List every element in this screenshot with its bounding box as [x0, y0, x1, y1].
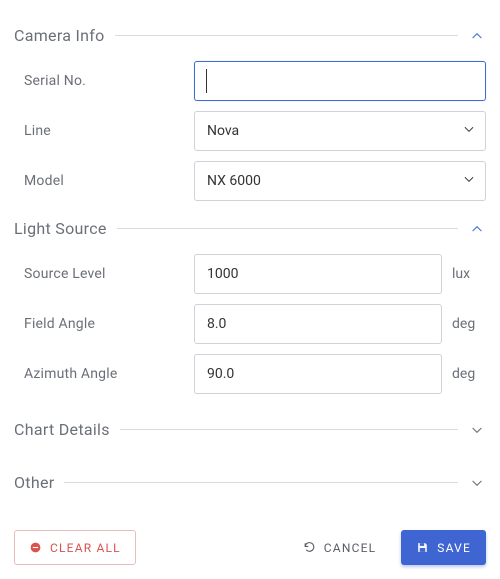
chevron-up-icon	[468, 220, 486, 238]
save-button[interactable]: SAVE	[401, 530, 486, 565]
divider	[120, 429, 458, 430]
chevron-down-icon	[468, 421, 486, 439]
text-caret	[206, 69, 207, 93]
line-select[interactable]	[194, 111, 486, 151]
divider	[64, 482, 458, 483]
row-field-angle: Field Angle deg	[20, 304, 486, 344]
footer: CLEAR ALL CANCEL SAVE	[14, 530, 486, 565]
row-azimuth-angle: Azimuth Angle deg	[20, 354, 486, 394]
control-line	[194, 111, 486, 151]
control-serial	[194, 61, 486, 101]
divider	[117, 228, 458, 229]
divider	[115, 35, 458, 36]
cancel-button[interactable]: CANCEL	[288, 530, 392, 565]
section-header-light-source[interactable]: Light Source	[14, 219, 486, 238]
minus-circle-icon	[29, 541, 42, 554]
section-header-other[interactable]: Other	[14, 473, 486, 492]
undo-icon	[303, 541, 316, 554]
unit-deg: deg	[442, 316, 486, 332]
control-model	[194, 161, 486, 201]
row-model: Model	[20, 161, 486, 201]
label-serial: Serial No.	[20, 73, 194, 89]
row-source-level: Source Level lux	[20, 254, 486, 294]
row-serial: Serial No.	[20, 61, 486, 101]
row-line: Line	[20, 111, 486, 151]
label-model: Model	[20, 173, 194, 189]
field-angle-input[interactable]	[194, 304, 442, 344]
section-title: Camera Info	[14, 26, 105, 45]
save-label: SAVE	[437, 541, 471, 555]
label-line: Line	[20, 123, 194, 139]
label-azimuth-angle: Azimuth Angle	[20, 366, 194, 382]
azimuth-angle-input[interactable]	[194, 354, 442, 394]
section-header-camera-info[interactable]: Camera Info	[14, 26, 486, 45]
unit-deg: deg	[442, 366, 486, 382]
control-azimuth-angle: deg	[194, 354, 486, 394]
section-chart-details: Chart Details	[14, 420, 486, 439]
model-select[interactable]	[194, 161, 486, 201]
section-camera-info: Camera Info Serial No. Line	[14, 26, 486, 205]
cancel-label: CANCEL	[324, 541, 377, 555]
serial-input[interactable]	[194, 61, 486, 101]
source-level-input[interactable]	[194, 254, 442, 294]
section-title: Light Source	[14, 219, 107, 238]
chevron-up-icon	[468, 27, 486, 45]
clear-all-label: CLEAR ALL	[50, 541, 121, 555]
clear-all-button[interactable]: CLEAR ALL	[14, 530, 136, 565]
section-header-chart-details[interactable]: Chart Details	[14, 420, 486, 439]
save-icon	[416, 541, 429, 554]
control-field-angle: deg	[194, 304, 486, 344]
control-source-level: lux	[194, 254, 486, 294]
section-title: Chart Details	[14, 420, 110, 439]
unit-lux: lux	[442, 266, 486, 282]
section-title: Other	[14, 473, 54, 492]
section-body-camera-info: Serial No. Line Model	[14, 45, 486, 205]
section-body-light-source: Source Level lux Field Angle deg Azimuth…	[14, 238, 486, 398]
chevron-down-icon	[468, 474, 486, 492]
section-light-source: Light Source Source Level lux Field Angl…	[14, 219, 486, 398]
label-source-level: Source Level	[20, 266, 194, 282]
label-field-angle: Field Angle	[20, 316, 194, 332]
section-other: Other	[14, 473, 486, 492]
